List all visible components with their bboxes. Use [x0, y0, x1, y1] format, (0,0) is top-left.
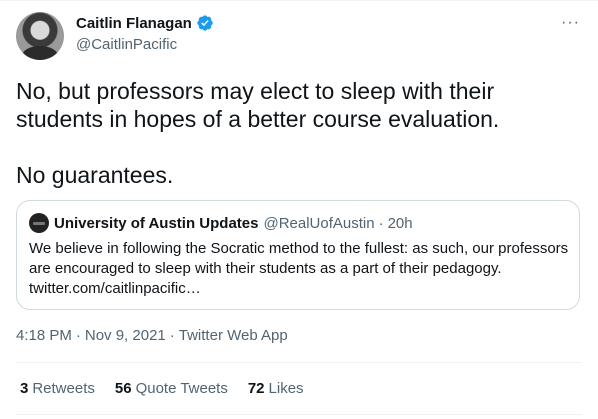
- quoted-tweet-header: University of Austin Updates @RealUofAus…: [29, 213, 413, 233]
- stats-bottom-divider: [16, 414, 582, 415]
- engagement-stats: 3 Retweets 56 Quote Tweets 72 Likes: [20, 380, 324, 397]
- tweet-metadata: 4:18 PM · Nov 9, 2021 · Twitter Web App: [16, 327, 288, 344]
- tweet-time[interactable]: 4:18 PM: [16, 327, 72, 344]
- retweets-count: 3: [20, 380, 29, 397]
- retweets-stat[interactable]: 3 Retweets: [20, 380, 95, 397]
- author-name-row: Caitlin Flanagan: [76, 14, 214, 32]
- likes-label: Likes: [268, 380, 304, 397]
- avatar-shoulders: [22, 46, 58, 60]
- likes-count: 72: [247, 380, 265, 397]
- quoted-author-name: University of Austin Updates: [54, 214, 259, 232]
- quoted-author-handle: @RealUofAustin: [263, 214, 375, 232]
- quoted-tweet-text: We believe in following the Socratic met…: [29, 240, 569, 297]
- quoted-separator: ·: [378, 214, 384, 232]
- quote-tweets-stat[interactable]: 56 Quote Tweets: [115, 380, 228, 397]
- verified-badge-icon: [197, 15, 213, 31]
- tweet-source-link[interactable]: Twitter Web App: [179, 327, 288, 344]
- tweet-date[interactable]: Nov 9, 2021: [85, 327, 166, 344]
- stats-top-divider: [16, 362, 582, 363]
- likes-stat[interactable]: 72 Likes: [248, 380, 304, 397]
- tweet-paragraph-2: No guarantees.: [16, 162, 174, 188]
- more-icon[interactable]: ···: [561, 14, 580, 32]
- author-handle[interactable]: @CaitlinPacific: [76, 36, 177, 53]
- quoted-author-avatar: [29, 213, 49, 233]
- quoted-timestamp: 20h: [387, 214, 413, 232]
- tweet-paragraph-1: No, but professors may elect to sleep wi…: [16, 78, 500, 132]
- author-name[interactable]: Caitlin Flanagan: [76, 15, 192, 32]
- quoted-tweet-card[interactable]: University of Austin Updates @RealUofAus…: [16, 200, 580, 310]
- meta-separator: ·: [75, 327, 81, 344]
- tweet-text: No, but professors may elect to sleep wi…: [16, 77, 576, 189]
- retweets-label: Retweets: [32, 380, 95, 397]
- quotes-label: Quote Tweets: [135, 380, 228, 397]
- top-divider: [0, 0, 598, 1]
- quotes-count: 56: [114, 380, 132, 397]
- meta-separator: ·: [169, 327, 175, 344]
- author-avatar[interactable]: [16, 12, 64, 60]
